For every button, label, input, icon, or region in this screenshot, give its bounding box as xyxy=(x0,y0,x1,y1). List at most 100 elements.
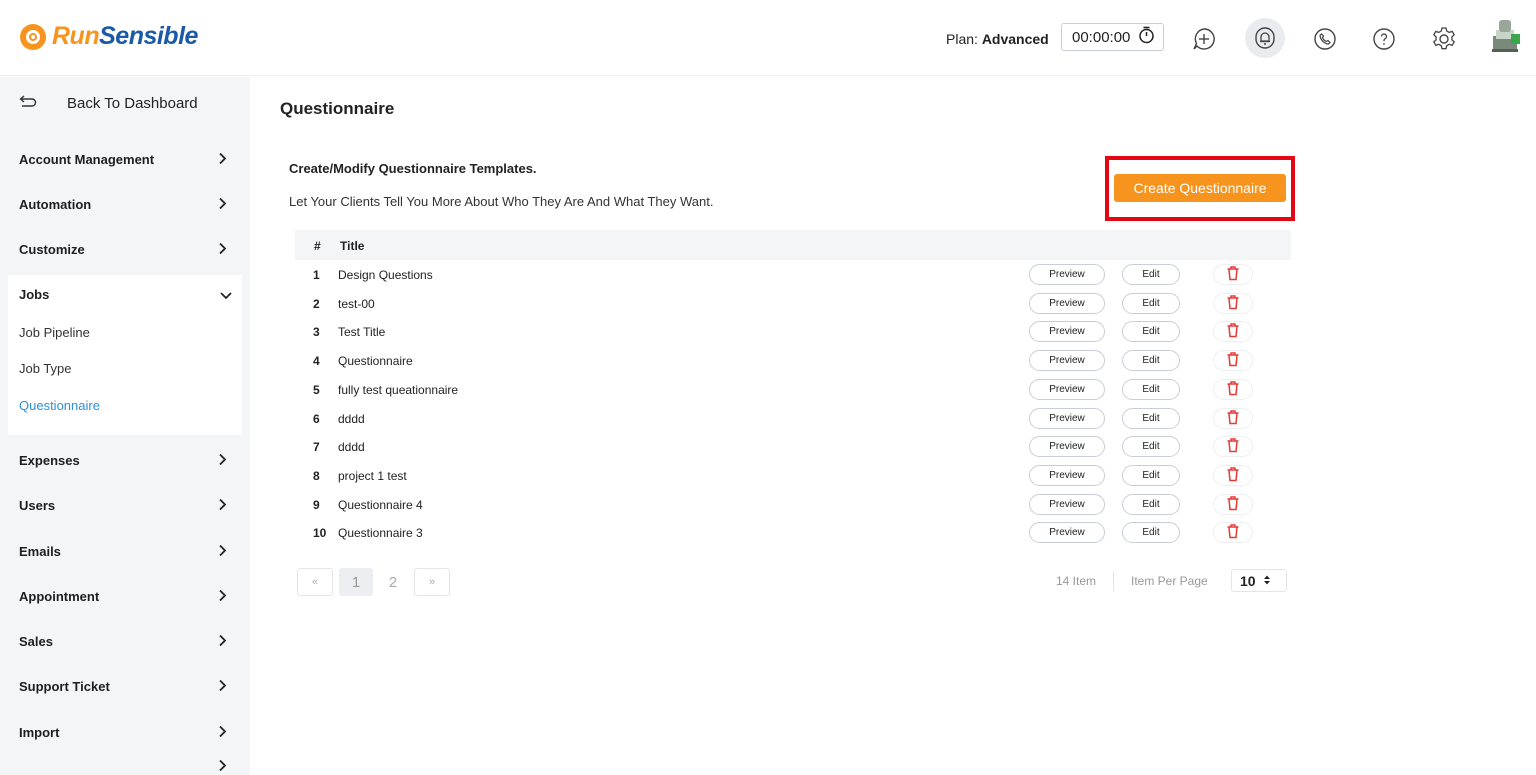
pagination-prev[interactable]: « xyxy=(297,568,333,596)
phone-icon[interactable] xyxy=(1305,20,1345,58)
delete-button[interactable] xyxy=(1213,493,1253,515)
delete-button[interactable] xyxy=(1213,522,1253,544)
sidebar-item-import[interactable]: Import xyxy=(0,710,250,755)
page-title: Questionnaire xyxy=(280,99,395,118)
row-title: Questionnaire 3 xyxy=(338,526,423,541)
sidebar-item-job-type[interactable]: Job Type xyxy=(19,361,72,376)
sidebar-item-label: Emails xyxy=(19,544,61,559)
preview-button[interactable]: Preview xyxy=(1029,264,1105,285)
back-to-dashboard-link[interactable]: Back To Dashboard xyxy=(19,94,198,112)
bell-icon[interactable] xyxy=(1245,18,1285,58)
preview-button[interactable]: Preview xyxy=(1029,436,1105,458)
table-row: 5 fully test queationnaire Preview Edit xyxy=(295,375,1291,403)
row-number: 8 xyxy=(313,468,320,483)
preview-button[interactable]: Preview xyxy=(1029,407,1105,429)
row-number: 10 xyxy=(313,526,327,541)
edit-button[interactable]: Edit xyxy=(1122,464,1180,486)
delete-button[interactable] xyxy=(1213,292,1253,314)
sidebar-item-label: Automation xyxy=(19,197,92,212)
delete-button[interactable] xyxy=(1213,378,1253,400)
sidebar-item-emails[interactable]: Emails xyxy=(0,529,250,574)
item-count: 14 Item xyxy=(1056,574,1097,588)
sidebar-item-label: Support Ticket xyxy=(19,679,110,694)
pagination-page-2[interactable]: 2 xyxy=(378,568,408,596)
chevron-right-icon xyxy=(218,679,228,694)
column-header-title: Title xyxy=(340,239,365,253)
table-row: 10 Questionnaire 3 Preview Edit xyxy=(295,518,1291,546)
delete-button[interactable] xyxy=(1213,464,1253,486)
timer-widget[interactable]: 00:00:00 xyxy=(1061,23,1164,51)
edit-button[interactable]: Edit xyxy=(1122,321,1180,343)
items-per-page-value: 10 xyxy=(1240,572,1256,589)
edit-button[interactable]: Edit xyxy=(1122,292,1180,314)
delete-button[interactable] xyxy=(1213,350,1253,372)
sidebar-item-account-management[interactable]: Account Management xyxy=(0,137,250,182)
preview-button[interactable]: Preview xyxy=(1029,522,1105,544)
delete-button[interactable] xyxy=(1213,407,1253,429)
preview-button[interactable]: Preview xyxy=(1029,378,1105,400)
row-title: dddd xyxy=(338,440,365,455)
user-avatar[interactable] xyxy=(1485,16,1525,54)
edit-button[interactable]: Edit xyxy=(1122,350,1180,372)
sidebar-item-questionnaire[interactable]: Questionnaire xyxy=(19,398,100,413)
edit-button[interactable]: Edit xyxy=(1122,436,1180,458)
row-title: Questionnaire xyxy=(338,354,413,369)
plan-value: Advanced xyxy=(981,31,1049,47)
pagination-next[interactable]: » xyxy=(414,568,450,596)
sidebar-item-job-pipeline[interactable]: Job Pipeline xyxy=(19,325,90,340)
edit-button[interactable]: Edit xyxy=(1122,407,1180,429)
row-title: fully test queationnaire xyxy=(338,382,459,397)
chevron-down-icon[interactable] xyxy=(220,288,232,306)
chevron-right-icon xyxy=(218,634,228,649)
add-icon[interactable] xyxy=(1184,20,1224,58)
sidebar-item-label: Appointment xyxy=(19,589,100,604)
plan-indicator: Plan: Advanced xyxy=(946,31,1049,47)
sidebar-item-partial[interactable] xyxy=(0,757,250,775)
sidebar-item-label: Users xyxy=(19,498,56,513)
stopwatch-icon[interactable] xyxy=(1138,26,1155,48)
preview-button[interactable]: Preview xyxy=(1029,321,1105,343)
edit-button[interactable]: Edit xyxy=(1122,493,1180,515)
timer-value: 00:00:00 xyxy=(1072,28,1131,46)
pagination-page-1[interactable]: 1 xyxy=(339,568,373,596)
edit-button[interactable]: Edit xyxy=(1122,378,1180,400)
delete-button[interactable] xyxy=(1213,321,1253,343)
section-heading: Create/Modify Questionnaire Templates. xyxy=(289,161,537,176)
sidebar-item-label: Import xyxy=(19,725,60,740)
trash-icon xyxy=(1226,409,1240,428)
section-description: Let Your Clients Tell You More About Who… xyxy=(289,194,714,209)
sidebar-item-sales[interactable]: Sales xyxy=(0,619,250,664)
trash-icon xyxy=(1226,523,1240,542)
gear-icon[interactable] xyxy=(1424,20,1464,58)
sidebar-item-support-ticket[interactable]: Support Ticket xyxy=(0,664,250,709)
preview-button[interactable]: Preview xyxy=(1029,464,1105,486)
edit-button[interactable]: Edit xyxy=(1122,264,1180,285)
items-per-page-select[interactable]: 10 xyxy=(1231,569,1287,592)
edit-button[interactable]: Edit xyxy=(1122,522,1180,544)
delete-button[interactable] xyxy=(1213,264,1253,285)
row-title: project 1 test xyxy=(338,468,407,483)
preview-button[interactable]: Preview xyxy=(1029,292,1105,314)
trash-icon xyxy=(1226,495,1240,514)
brand-logo[interactable]: RunSensible xyxy=(20,22,198,51)
sidebar-item-expenses[interactable]: Expenses xyxy=(0,438,250,483)
table-row: 8 project 1 test Preview Edit xyxy=(295,461,1291,489)
logo-mark-icon xyxy=(20,23,46,50)
help-icon[interactable] xyxy=(1364,20,1404,58)
sidebar-item-jobs[interactable]: Jobs xyxy=(19,287,49,302)
row-number: 2 xyxy=(313,296,320,311)
table-row: 4 Questionnaire Preview Edit xyxy=(295,346,1291,374)
sidebar-item-automation[interactable]: Automation xyxy=(0,182,250,227)
delete-button[interactable] xyxy=(1213,436,1253,458)
preview-button[interactable]: Preview xyxy=(1029,493,1105,515)
create-questionnaire-button[interactable]: Create Questionnaire xyxy=(1114,174,1286,202)
divider xyxy=(1113,571,1114,591)
trash-icon xyxy=(1226,351,1240,370)
sidebar-item-users[interactable]: Users xyxy=(0,483,250,528)
table-row: 9 Questionnaire 4 Preview Edit xyxy=(295,490,1291,518)
preview-button[interactable]: Preview xyxy=(1029,350,1105,372)
sidebar-item-customize[interactable]: Customize xyxy=(0,227,250,272)
row-title: dddd xyxy=(338,411,365,426)
chevron-right-icon xyxy=(218,197,228,212)
sidebar-item-appointment[interactable]: Appointment xyxy=(0,574,250,619)
